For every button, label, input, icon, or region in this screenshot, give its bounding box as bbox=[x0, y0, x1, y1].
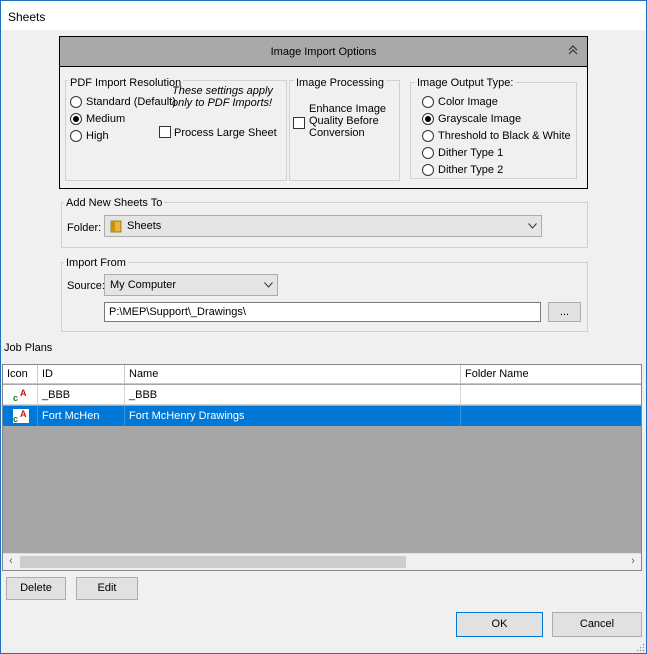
enhance-image-line1: Enhance Image bbox=[309, 103, 387, 115]
radio-dot-selected bbox=[422, 113, 434, 125]
pdf-note-line1: These settings apply bbox=[172, 85, 273, 97]
svg-text:c: c bbox=[13, 393, 18, 402]
image-import-options-panel: Image Import Options PDF Import Resoluti… bbox=[59, 36, 588, 189]
double-chevron-up-icon[interactable] bbox=[568, 44, 578, 58]
job-plans-label: Job Plans bbox=[4, 342, 53, 354]
plan-icon: cA bbox=[13, 388, 27, 402]
image-import-options-title: Image Import Options bbox=[270, 46, 377, 58]
radio-dot bbox=[70, 96, 82, 108]
plan-icon: cA bbox=[13, 409, 29, 423]
column-header-icon[interactable]: Icon bbox=[3, 365, 38, 383]
chevron-down-icon bbox=[259, 280, 277, 291]
table-row-selected[interactable]: cA Fort McHen Fort McHenry Drawings bbox=[3, 406, 641, 426]
folder-icon bbox=[110, 219, 122, 233]
enhance-image-checkbox[interactable] bbox=[293, 117, 305, 129]
job-plans-grid[interactable]: Icon ID Name Folder Name cA _BBB _BBB cA… bbox=[2, 364, 642, 571]
column-header-name[interactable]: Name bbox=[125, 365, 461, 383]
cancel-button[interactable]: Cancel bbox=[552, 612, 642, 637]
svg-text:A: A bbox=[20, 388, 27, 398]
folder-label: Folder: bbox=[67, 222, 102, 234]
window-title: Sheets bbox=[8, 10, 46, 24]
radio-label: Dither Type 2 bbox=[438, 164, 504, 176]
cell-icon: cA bbox=[3, 385, 38, 404]
scroll-left-icon[interactable]: ‹ bbox=[3, 555, 19, 567]
radio-standard-default[interactable]: Standard (Default) bbox=[70, 95, 176, 109]
image-output-type-legend: Image Output Type: bbox=[415, 77, 516, 90]
cell-name: _BBB bbox=[125, 385, 461, 404]
radio-high[interactable]: High bbox=[70, 129, 109, 143]
svg-text:A: A bbox=[20, 409, 27, 419]
resize-grip-icon[interactable] bbox=[636, 643, 645, 652]
add-new-sheets-legend: Add New Sheets To bbox=[64, 197, 165, 210]
folder-combo[interactable]: Sheets bbox=[104, 215, 542, 237]
source-label: Source: bbox=[67, 280, 105, 292]
radio-label: High bbox=[86, 130, 109, 142]
chevron-down-icon bbox=[523, 221, 541, 232]
path-input[interactable]: P:\MEP\Support\_Drawings\ bbox=[104, 302, 541, 322]
radio-threshold-bw[interactable]: Threshold to Black & White bbox=[422, 129, 571, 143]
cell-folder-name bbox=[461, 385, 641, 404]
cell-icon: cA bbox=[3, 406, 38, 426]
cell-id: _BBB bbox=[38, 385, 125, 404]
cell-folder-name bbox=[461, 406, 641, 426]
radio-dither-type-2[interactable]: Dither Type 2 bbox=[422, 163, 503, 177]
pdf-import-resolution-legend: PDF Import Resolution bbox=[68, 77, 184, 90]
radio-label: Threshold to Black & White bbox=[438, 130, 571, 142]
source-value: My Computer bbox=[110, 279, 177, 291]
cell-name: Fort McHenry Drawings bbox=[125, 406, 461, 426]
image-processing-legend: Image Processing bbox=[294, 77, 387, 90]
process-large-sheet-checkbox[interactable] bbox=[159, 126, 171, 138]
enhance-image-line2: Quality Before bbox=[309, 115, 379, 127]
radio-label: Standard (Default) bbox=[86, 96, 176, 108]
pdf-note-line2: only to PDF Imports! bbox=[172, 97, 273, 109]
enhance-image-line3: Conversion bbox=[309, 127, 365, 139]
radio-grayscale-image[interactable]: Grayscale Image bbox=[422, 112, 521, 126]
scrollbar-thumb[interactable] bbox=[20, 556, 406, 568]
process-large-sheet-label[interactable]: Process Large Sheet bbox=[174, 127, 277, 139]
radio-dot bbox=[422, 164, 434, 176]
source-combo[interactable]: My Computer bbox=[104, 274, 278, 296]
radio-medium[interactable]: Medium bbox=[70, 112, 125, 126]
horizontal-scrollbar[interactable]: ‹ › bbox=[3, 553, 641, 570]
radio-label: Grayscale Image bbox=[438, 113, 522, 125]
column-header-folder-name[interactable]: Folder Name bbox=[461, 365, 641, 383]
svg-text:c: c bbox=[13, 414, 18, 423]
edit-button[interactable]: Edit bbox=[76, 577, 138, 600]
image-import-options-header[interactable]: Image Import Options bbox=[60, 37, 587, 67]
radio-color-image[interactable]: Color Image bbox=[422, 95, 498, 109]
radio-dot bbox=[422, 96, 434, 108]
radio-dot bbox=[422, 130, 434, 142]
import-from-legend: Import From bbox=[64, 257, 128, 270]
scroll-right-icon[interactable]: › bbox=[625, 555, 641, 567]
radio-dot-selected bbox=[70, 113, 82, 125]
radio-label: Color Image bbox=[438, 96, 498, 108]
folder-value: Sheets bbox=[127, 220, 162, 232]
browse-button[interactable]: ... bbox=[548, 302, 581, 322]
ok-button[interactable]: OK bbox=[456, 612, 543, 637]
table-row[interactable]: cA _BBB _BBB bbox=[3, 385, 641, 405]
cell-id: Fort McHen bbox=[38, 406, 125, 426]
radio-dither-type-1[interactable]: Dither Type 1 bbox=[422, 146, 503, 160]
radio-dot bbox=[70, 130, 82, 142]
delete-button[interactable]: Delete bbox=[6, 577, 66, 600]
radio-label: Medium bbox=[86, 113, 126, 125]
grid-header: Icon ID Name Folder Name bbox=[3, 365, 641, 384]
radio-dot bbox=[422, 147, 434, 159]
radio-label: Dither Type 1 bbox=[438, 147, 504, 159]
column-header-id[interactable]: ID bbox=[38, 365, 125, 383]
title-bar: Sheets bbox=[1, 1, 646, 30]
